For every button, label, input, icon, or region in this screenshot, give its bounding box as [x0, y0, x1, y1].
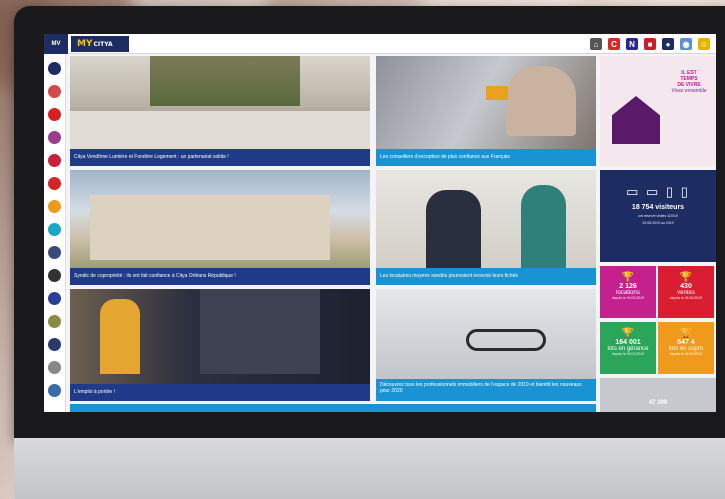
visitors-sub: ont réservé visites 3/2019: [638, 214, 678, 218]
trophy-icon: 🏆: [621, 272, 635, 283]
user-icon[interactable]: [48, 338, 61, 351]
hat-icon[interactable]: [48, 246, 61, 259]
stat-value: 547 4: [677, 339, 695, 346]
trophy-icon: 🏆: [679, 328, 693, 339]
news-caption: Découvrez tous les professionnels immobi…: [376, 379, 596, 401]
visitors-count: 18 754 visiteurs: [631, 204, 685, 211]
monitor-chin: [14, 438, 725, 499]
logo-suffix: CITYA: [93, 40, 113, 48]
red-square-icon[interactable]: ■: [644, 38, 656, 50]
stat-tile[interactable]: 🏆 430 ventes depuis le 01/01/2019: [658, 266, 714, 318]
house-icon: [612, 96, 660, 144]
news-tile[interactable]: Les locataires moyens sondés pourvoient …: [376, 170, 596, 285]
man-image: [426, 190, 481, 270]
gear-icon[interactable]: [48, 384, 61, 397]
home-icon[interactable]: ⌂: [590, 38, 602, 50]
play-icon[interactable]: [48, 108, 61, 121]
stat-tile[interactable]: 🏆 164 001 lots en gérance depuis le 01/01/2…: [600, 322, 656, 374]
drill-image: [486, 86, 508, 100]
screen: MV MY CITYA ⌂ C N ■ ● ◉ ☺ Citya Vendôme Lumièr…: [44, 34, 716, 412]
news-caption: Citya Vendôme Lumière et Fondère Logemen…: [70, 149, 370, 166]
woman-image: [521, 185, 566, 270]
stat-sub: depuis le 01/01/2019: [611, 296, 645, 300]
news-tile[interactable]: Les conseillers d'exception de plus conf…: [376, 56, 596, 166]
top-bar: MV MY CITYA ⌂ C N ■ ● ◉ ☺: [44, 34, 716, 54]
logo-prefix: MY: [77, 39, 93, 49]
doc-icon[interactable]: [48, 361, 61, 374]
news-caption: Les conseillers d'exception de plus conf…: [376, 149, 596, 166]
trophy-icon: 🏆: [621, 328, 635, 339]
world-icon[interactable]: ◉: [680, 38, 692, 50]
brand-n-icon[interactable]: N: [626, 38, 638, 50]
footer-stat-value: 47 399: [648, 400, 668, 406]
stat-sub: depuis le 01/01/2019: [669, 352, 703, 356]
stat-sub: depuis le 01/01/2019: [669, 296, 703, 300]
laptop-image: [200, 289, 320, 374]
footer-stat-tile[interactable]: 47 399: [600, 378, 716, 412]
trophy-icon: 🏆: [679, 272, 693, 283]
pen-icon[interactable]: [48, 131, 61, 144]
planter-image: [150, 56, 300, 106]
camera-icon[interactable]: [48, 269, 61, 282]
promo-tagline: Vivez ensemble: [671, 88, 707, 94]
devices-icon: ▭ ▭ ▯ ▯: [626, 184, 690, 199]
top-icon-bar: ⌂ C N ■ ● ◉ ☺: [590, 38, 710, 50]
building-image: [70, 111, 370, 151]
news-caption: L'emploi à portée !: [70, 384, 370, 401]
stat-tile[interactable]: 🏆 2 126 locations depuis le 01/01/2019: [600, 266, 656, 318]
promo-banner[interactable]: IL EST TEMPS DE VIVRE Vivez ensemble: [600, 56, 716, 166]
bell-icon[interactable]: [48, 177, 61, 190]
mail-icon[interactable]: [48, 154, 61, 167]
news-tile[interactable]: L'emploi à portée !: [70, 289, 370, 401]
promo-headline: IL EST TEMPS DE VIVRE Vivez ensemble: [664, 70, 714, 94]
news-caption: Syndic de copropriété : ils ont fait con…: [70, 268, 370, 285]
visitors-tile[interactable]: ▭ ▭ ▯ ▯ 18 754 visiteurs ont réservé vis…: [600, 170, 716, 262]
home-shield-icon[interactable]: [48, 62, 61, 75]
app-logo[interactable]: MY CITYA: [71, 36, 129, 52]
stat-tile[interactable]: 🏆 547 4 lots en copro depuis le 01/01/2019: [658, 322, 714, 374]
brand-c-icon[interactable]: C: [608, 38, 620, 50]
news-tile[interactable]: Citya Vendôme Lumière et Fondère Logemen…: [70, 56, 370, 166]
stat-sub: depuis le 01/01/2019: [611, 352, 645, 356]
book-icon[interactable]: [48, 292, 61, 305]
stat-value: 164 001: [615, 339, 641, 346]
news-tile[interactable]: Syndic de copropriété : ils ont fait con…: [70, 170, 370, 285]
menu-button[interactable]: MV: [44, 34, 68, 54]
smiley-icon[interactable]: ☺: [698, 38, 710, 50]
news-tile[interactable]: Découvrez tous les professionnels immobi…: [376, 289, 596, 401]
globe-icon[interactable]: ●: [662, 38, 674, 50]
sidebar: [44, 54, 66, 412]
apartment-image: [90, 195, 330, 260]
stat-value: 2 126: [619, 283, 637, 290]
tile-strip: [70, 404, 596, 412]
chart-icon[interactable]: [48, 85, 61, 98]
news-caption: Les locataires moyens sondés pourvoient …: [376, 268, 596, 285]
students-image: [100, 299, 140, 374]
glasses-image: [466, 329, 546, 351]
stat-value: 430: [680, 283, 692, 290]
info-icon[interactable]: [48, 223, 61, 236]
worker-image: [506, 66, 576, 136]
star-icon[interactable]: [48, 200, 61, 213]
visitors-sub: 25.08.2019 au 2019: [642, 221, 674, 225]
key-icon[interactable]: [48, 315, 61, 328]
